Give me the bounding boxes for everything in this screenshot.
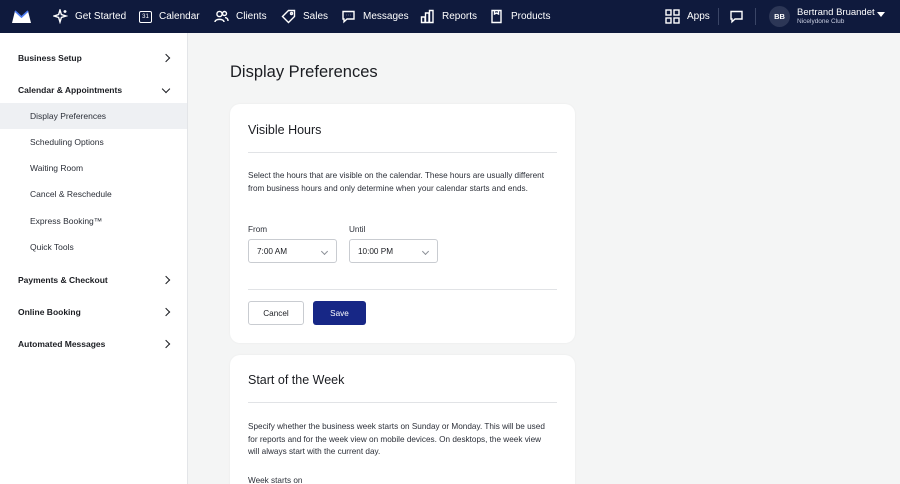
nav-chat-button[interactable] [729, 0, 744, 33]
nav-label: Reports [442, 11, 478, 22]
nav-label: Products [511, 11, 551, 22]
sidebar-item-cancel-reschedule[interactable]: Cancel & Reschedule [0, 181, 187, 207]
sidebar-item-label: Express Booking™ [30, 216, 103, 226]
sidebar-item-waiting-room[interactable]: Waiting Room [0, 155, 187, 181]
nav-label: Clients [236, 11, 267, 22]
nav-label: Apps [687, 11, 710, 22]
business-name: Nicelydone Club [797, 18, 845, 25]
save-button[interactable]: Save [313, 301, 366, 325]
from-time-select[interactable]: 7:00 AM [248, 239, 337, 263]
until-time-select[interactable]: 10:00 PM [349, 239, 438, 263]
nav-label: Get Started [75, 11, 127, 22]
nav-calendar[interactable]: 31 Calendar [139, 0, 200, 33]
tag-icon [281, 9, 296, 24]
from-time-value: 7:00 AM [257, 246, 288, 256]
chevron-down-icon [421, 247, 430, 256]
divider [248, 402, 557, 403]
week-starts-label: Week starts on [248, 476, 303, 484]
sidebar-section-payments-checkout[interactable]: Payments & Checkout [18, 275, 108, 285]
sidebar-item-label: Display Preferences [30, 111, 107, 121]
chat-bubble-icon [730, 10, 743, 24]
sidebar-item-label: Scheduling Options [30, 137, 104, 147]
divider [248, 152, 557, 153]
user-name[interactable]: Bertrand Bruandet [797, 7, 875, 18]
chevron-right-icon[interactable] [161, 307, 171, 317]
until-time-value: 10:00 PM [358, 246, 394, 256]
sidebar-section-online-booking[interactable]: Online Booking [18, 307, 81, 317]
nav-label: Calendar [159, 11, 200, 22]
chevron-right-icon[interactable] [161, 275, 171, 285]
settings-sidebar: Business Setup Calendar & Appointments D… [0, 33, 188, 484]
from-label: From [248, 225, 268, 234]
nav-get-started[interactable]: Get Started [53, 0, 126, 33]
sidebar-item-display-preferences[interactable]: Display Preferences [0, 103, 187, 129]
visible-hours-card: Visible Hours Select the hours that are … [230, 104, 575, 343]
chevron-down-icon [320, 247, 329, 256]
sidebar-section-business-setup[interactable]: Business Setup [18, 53, 82, 63]
top-navigation-bar: Get Started 31 Calendar Clients Sales Me… [0, 0, 900, 33]
chevron-down-icon[interactable] [161, 84, 171, 94]
nav-divider [755, 8, 756, 25]
nav-reports[interactable]: Reports [420, 0, 477, 33]
chevron-down-icon[interactable] [877, 12, 885, 17]
apps-grid-icon [665, 9, 680, 24]
calendar-icon: 31 [139, 10, 152, 23]
sidebar-item-scheduling-options[interactable]: Scheduling Options [0, 129, 187, 155]
user-avatar[interactable]: BB [769, 6, 790, 27]
chart-icon [420, 9, 434, 24]
nav-messages[interactable]: Messages [341, 0, 409, 33]
brand-logo[interactable] [12, 9, 31, 23]
card-title: Visible Hours [248, 123, 322, 137]
sidebar-item-label: Cancel & Reschedule [30, 189, 112, 199]
sidebar-item-label: Quick Tools [30, 242, 74, 252]
box-icon [491, 9, 502, 24]
nav-divider [718, 8, 719, 25]
nav-sales[interactable]: Sales [281, 0, 328, 33]
cancel-button[interactable]: Cancel [248, 301, 304, 325]
sidebar-section-calendar-appointments[interactable]: Calendar & Appointments [18, 85, 122, 95]
sidebar-item-express-booking[interactable]: Express Booking™ [0, 208, 187, 234]
nav-clients[interactable]: Clients [214, 0, 267, 33]
sidebar-item-label: Waiting Room [30, 163, 84, 173]
sidebar-item-quick-tools[interactable]: Quick Tools [0, 234, 187, 260]
divider [248, 289, 557, 290]
sparkle-icon [53, 9, 68, 24]
week-start-card: Start of the Week Specify whether the bu… [230, 355, 575, 484]
nav-label: Messages [363, 11, 409, 22]
calendar-icon-day: 31 [142, 14, 149, 20]
nav-apps[interactable]: Apps [665, 0, 710, 33]
chevron-right-icon[interactable] [161, 339, 171, 349]
card-title: Start of the Week [248, 373, 345, 387]
until-label: Until [349, 225, 366, 234]
nav-products[interactable]: Products [489, 0, 550, 33]
card-description: Select the hours that are visible on the… [248, 171, 544, 193]
chat-icon [342, 10, 355, 24]
sidebar-section-automated-messages[interactable]: Automated Messages [18, 339, 105, 349]
card-description: Specify whether the business week starts… [248, 422, 545, 456]
page-title: Display Preferences [230, 63, 378, 81]
clients-icon [214, 10, 229, 23]
chevron-right-icon[interactable] [161, 53, 171, 63]
nav-label: Sales [303, 11, 329, 22]
